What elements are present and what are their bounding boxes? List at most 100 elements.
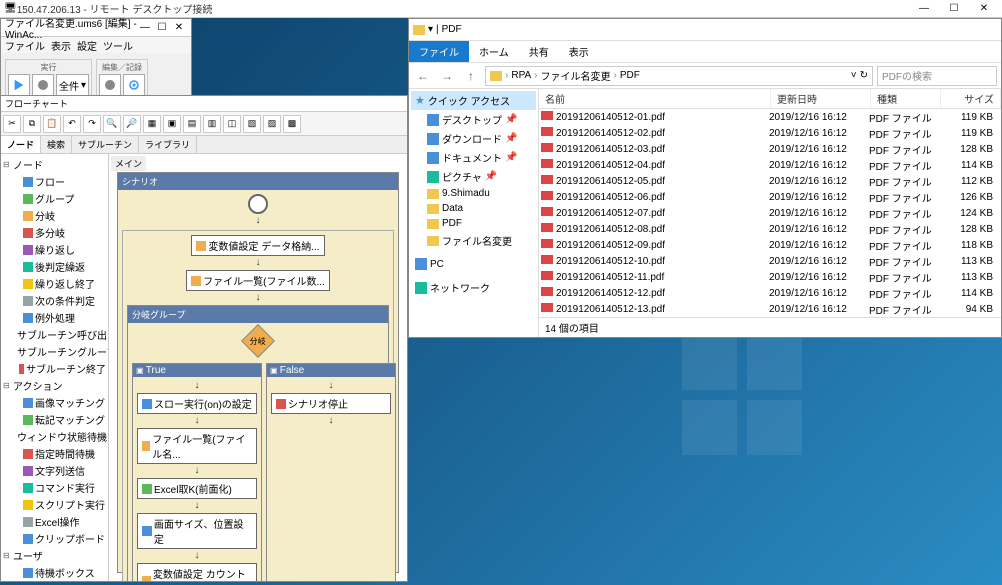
crumb-rename[interactable]: ファイル名変更: [541, 68, 611, 83]
tree-item[interactable]: ウィンドウ状態待機: [3, 428, 106, 445]
tool-img2-icon[interactable]: ▣: [163, 115, 181, 133]
nav-pc[interactable]: PC: [411, 256, 536, 272]
nav-documents[interactable]: ドキュメント 📌: [411, 148, 536, 167]
node-scenario-stop[interactable]: シナリオ停止: [271, 393, 391, 414]
crumb-pdf[interactable]: PDF: [620, 70, 640, 81]
nav-desktop[interactable]: デスクトップ 📌: [411, 110, 536, 129]
tree-user-root[interactable]: ⊟ユーザ: [3, 547, 106, 564]
tool-img8-icon[interactable]: ▩: [283, 115, 301, 133]
node-var-set[interactable]: 変数値設定 データ格納...: [191, 235, 324, 256]
tool-img3-icon[interactable]: ▤: [183, 115, 201, 133]
ribbon-home[interactable]: ホーム: [469, 41, 519, 62]
nav-up[interactable]: ↑: [461, 66, 481, 86]
tree-item[interactable]: 多分岐: [3, 224, 106, 241]
tree-item[interactable]: 分岐: [3, 207, 106, 224]
dropdown-icon[interactable]: ˅: [851, 70, 857, 81]
tree-item[interactable]: フロー: [3, 173, 106, 190]
refresh-button[interactable]: ↻: [860, 70, 868, 81]
close-button[interactable]: ✕: [970, 1, 998, 17]
quickbar-icon[interactable]: ▾: [428, 24, 433, 35]
tree-action-root[interactable]: ⊟アクション: [3, 377, 106, 394]
node-count-init[interactable]: 変数値設定 カウント初...: [137, 563, 257, 581]
tree-item[interactable]: 後判定繰返: [3, 258, 106, 275]
col-size[interactable]: サイズ: [941, 89, 1001, 108]
node-screen-size[interactable]: 画面サイズ、位置設定: [137, 513, 257, 549]
file-row[interactable]: 20191206140512-02.pdf2019/12/16 16:12PDF…: [539, 125, 1001, 141]
tool-img1-icon[interactable]: ▦: [143, 115, 161, 133]
file-row[interactable]: 20191206140512-09.pdf2019/12/16 16:12PDF…: [539, 237, 1001, 253]
tab-node[interactable]: ノード: [1, 136, 41, 153]
file-row[interactable]: 20191206140512-08.pdf2019/12/16 16:12PDF…: [539, 221, 1001, 237]
tree-item[interactable]: サブルーチン呼び出し: [3, 326, 106, 343]
breadcrumb[interactable]: › RPA › ファイル名変更 › PDF ˅ ↻: [485, 66, 873, 86]
nav-downloads[interactable]: ダウンロード 📌: [411, 129, 536, 148]
node-file-list2[interactable]: ファイル一覧(ファイル名...: [137, 428, 257, 464]
col-name[interactable]: 名前: [539, 89, 771, 108]
scenario-group[interactable]: シナリオ ↓ 変数値設定 データ格納... ↓ ファイル一覧(ファイル数... …: [117, 172, 399, 573]
branch-diamond[interactable]: 分岐: [241, 324, 275, 358]
tool-img4-icon[interactable]: ▥: [203, 115, 221, 133]
tool-zoomout-icon[interactable]: 🔎: [123, 115, 141, 133]
tree-item[interactable]: 転記マッチング: [3, 411, 106, 428]
file-row[interactable]: 20191206140512-05.pdf2019/12/16 16:12PDF…: [539, 173, 1001, 189]
menu-tool[interactable]: ツール: [103, 38, 133, 53]
tree-item[interactable]: 繰り返し: [3, 241, 106, 258]
tree-item[interactable]: サブルーチングループ: [3, 343, 106, 360]
tool-img5-icon[interactable]: ◫: [223, 115, 241, 133]
file-row[interactable]: 20191206140512-06.pdf2019/12/16 16:12PDF…: [539, 189, 1001, 205]
tree-item[interactable]: 例外処理: [3, 309, 106, 326]
maximize-button[interactable]: ☐: [940, 1, 968, 17]
tree-item[interactable]: サブルーチン終了: [3, 360, 106, 377]
tree-item[interactable]: 繰り返し終了: [3, 275, 106, 292]
tool-zoomin-icon[interactable]: 🔍: [103, 115, 121, 133]
file-row[interactable]: 20191206140512-04.pdf2019/12/16 16:12PDF…: [539, 157, 1001, 173]
tree-item[interactable]: コマンド実行: [3, 479, 106, 496]
node-slow-exec[interactable]: スロー実行(on)の設定: [137, 393, 257, 414]
tree-item[interactable]: クリップボード: [3, 530, 106, 547]
file-row[interactable]: 20191206140512-03.pdf2019/12/16 16:12PDF…: [539, 141, 1001, 157]
crumb-rpa[interactable]: RPA: [511, 70, 531, 81]
menu-view[interactable]: 表示: [51, 38, 71, 53]
file-row[interactable]: 20191206140512-11.pdf2019/12/16 16:12PDF…: [539, 269, 1001, 285]
stop-button[interactable]: [32, 74, 54, 96]
tool-paste-icon[interactable]: 📋: [43, 115, 61, 133]
tool-copy-icon[interactable]: ⧉: [23, 115, 41, 133]
ribbon-file[interactable]: ファイル: [409, 41, 469, 62]
play-button[interactable]: [8, 74, 30, 96]
tab-library[interactable]: ライブラリ: [139, 136, 197, 153]
tree-item[interactable]: Excel操作: [3, 513, 106, 530]
winactor-maximize[interactable]: ☐: [154, 22, 170, 33]
tree-item[interactable]: 文字列送信: [3, 462, 106, 479]
target-button[interactable]: [123, 74, 145, 96]
tree-item[interactable]: グループ: [3, 190, 106, 207]
nav-pictures[interactable]: ピクチャ 📌: [411, 167, 536, 186]
exec-dropdown[interactable]: 全件▾: [56, 74, 89, 96]
ribbon-share[interactable]: 共有: [519, 41, 559, 62]
tool-cut-icon[interactable]: ✂: [3, 115, 21, 133]
tool-img7-icon[interactable]: ▨: [263, 115, 281, 133]
tree-node-root[interactable]: ⊟ノード: [3, 156, 106, 173]
minimize-button[interactable]: —: [910, 1, 938, 17]
nav-forward[interactable]: →: [437, 66, 457, 86]
tree-item[interactable]: 画像マッチング: [3, 394, 106, 411]
menu-settings[interactable]: 設定: [77, 38, 97, 53]
nav-quick-access[interactable]: ★クイック アクセス: [411, 91, 536, 110]
tree-item[interactable]: 指定時間待機: [3, 445, 106, 462]
winactor-close[interactable]: ✕: [171, 22, 187, 33]
file-row[interactable]: 20191206140512-13.pdf2019/12/16 16:12PDF…: [539, 301, 1001, 317]
file-row[interactable]: 20191206140512-07.pdf2019/12/16 16:12PDF…: [539, 205, 1001, 221]
winactor-minimize[interactable]: —: [137, 22, 153, 33]
tab-subroutine[interactable]: サブルーチン: [72, 136, 139, 153]
tab-search[interactable]: 検索: [41, 136, 72, 153]
search-input[interactable]: PDFの検索: [877, 66, 997, 86]
tree-item[interactable]: スクリプト実行: [3, 496, 106, 513]
record-button[interactable]: [99, 74, 121, 96]
nav-rename[interactable]: ファイル名変更: [411, 231, 536, 250]
tree-item[interactable]: 次の条件判定: [3, 292, 106, 309]
file-row[interactable]: 20191206140512-12.pdf2019/12/16 16:12PDF…: [539, 285, 1001, 301]
nav-back[interactable]: ←: [413, 66, 433, 86]
node-excel-front[interactable]: Excel取K(前面化): [137, 478, 257, 499]
tree-item[interactable]: 待機ボックス: [3, 564, 106, 581]
start-node[interactable]: [248, 194, 268, 214]
tool-redo-icon[interactable]: ↷: [83, 115, 101, 133]
